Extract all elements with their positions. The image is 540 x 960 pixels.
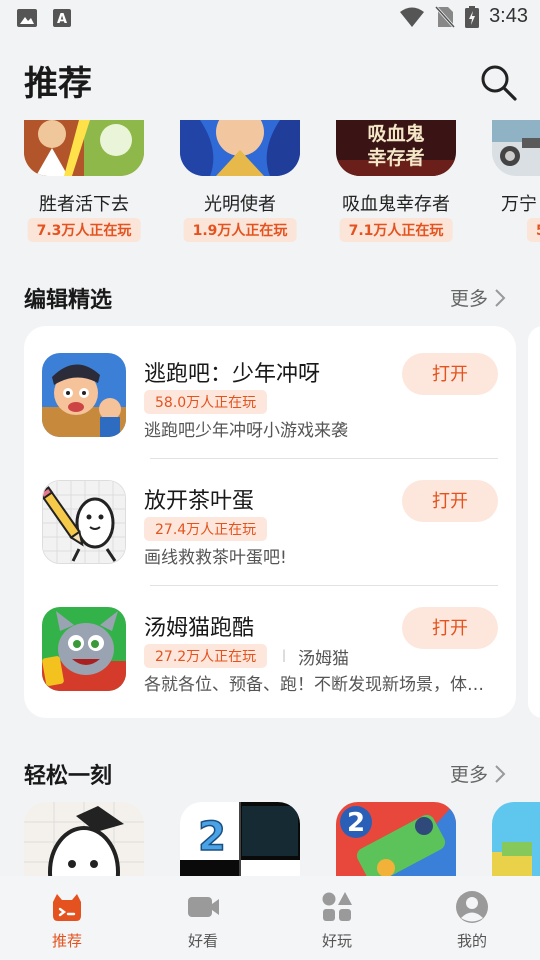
text-notification-icon: A <box>53 9 71 27</box>
no-sim-icon <box>435 5 456 28</box>
game-developer: 汤姆猫 <box>298 649 349 669</box>
nav-label: 好玩 <box>321 932 352 950</box>
game-players-badge: 27.2万人正在玩 <box>144 644 268 668</box>
game-icon: 吸血鬼 幸存者 <box>336 120 456 176</box>
game-list-item[interactable]: 放开茶叶蛋 27.4万人正在玩 画线救救茶叶蛋吧! 打开 <box>24 453 516 580</box>
game-icon <box>492 120 540 176</box>
game-icon <box>180 120 300 176</box>
gallery-notification-icon <box>17 9 37 27</box>
page-title: 推荐 <box>24 64 92 104</box>
more-label: 更多 <box>450 764 489 786</box>
wifi-icon <box>400 7 425 27</box>
open-button[interactable]: 打开 <box>402 353 498 395</box>
nav-tab-play[interactable]: 好玩 <box>292 890 382 951</box>
top-game-players-badge: 7.3万人正在玩 <box>27 218 141 242</box>
more-label: 更多 <box>450 288 489 310</box>
section-title-editor: 编辑精选 <box>24 288 113 313</box>
game-description: 画线救救茶叶蛋吧! <box>144 548 287 568</box>
chevron-right-icon <box>495 288 506 307</box>
status-time: 3:43 <box>489 5 528 27</box>
top-game-players-badge: 5.1万 <box>527 218 540 242</box>
game-tile[interactable]: 2 <box>180 802 300 876</box>
icon-title-text-1: 吸血鬼 <box>367 122 424 145</box>
editor-picks-card: 逃跑吧：少年冲呀 58.0万人正在玩 逃跑吧少年冲呀小游戏来袭 打开 放开茶叶蛋… <box>24 326 516 718</box>
tile-number: 2 <box>347 808 365 838</box>
nav-tab-watch[interactable]: 好看 <box>158 890 248 951</box>
video-icon <box>188 897 219 917</box>
game-tile[interactable] <box>24 802 144 876</box>
game-name: 汤姆猫跑酷 <box>144 616 255 641</box>
profile-icon <box>456 891 488 923</box>
game-icon <box>42 480 126 564</box>
nav-label: 我的 <box>456 932 487 950</box>
top-game-name: 光明使者 <box>204 194 276 215</box>
status-bar: A 3:43 <box>0 0 540 36</box>
relax-more-link[interactable]: 更多 <box>450 760 506 787</box>
search-button[interactable] <box>478 62 518 102</box>
game-icon <box>24 120 144 176</box>
game-description: 逃跑吧少年冲呀小游戏来袭 <box>144 421 348 441</box>
game-name: 放开茶叶蛋 <box>144 489 255 514</box>
game-icon <box>42 353 126 437</box>
chevron-right-icon <box>495 764 506 783</box>
nav-tab-recommend[interactable]: 推荐 <box>22 890 112 951</box>
svg-text:A: A <box>57 12 67 27</box>
tile-number: 2 <box>198 814 226 860</box>
game-tile[interactable] <box>492 802 540 876</box>
next-card-peek[interactable] <box>528 326 540 718</box>
section-title-relax: 轻松一刻 <box>24 764 113 789</box>
game-players-badge: 27.4万人正在玩 <box>144 517 268 541</box>
game-description: 各就各位、预备、跑！不断发现新场景，体验新玩法 <box>144 675 500 695</box>
search-icon <box>481 65 517 101</box>
top-game-players-badge: 1.9万人正在玩 <box>183 218 297 242</box>
nav-tab-profile[interactable]: 我的 <box>427 890 517 951</box>
top-game-name: 万宁 <box>501 194 537 215</box>
top-game-name: 吸血鬼幸存者 <box>342 194 450 215</box>
top-game-name: 胜者活下去 <box>39 194 129 215</box>
game-list-item[interactable]: 逃跑吧：少年冲呀 58.0万人正在玩 逃跑吧少年冲呀小游戏来袭 打开 <box>24 326 516 453</box>
apps-icon <box>322 892 352 921</box>
game-name: 逃跑吧：少年冲呀 <box>144 362 321 387</box>
developer-separator: | <box>282 648 287 662</box>
nav-label: 推荐 <box>51 932 82 950</box>
top-game-players-badge: 7.1万人正在玩 <box>339 218 453 242</box>
top-games-row[interactable]: 胜者活下去 7.3万人正在玩 光明使者 1.9万人正在玩 吸血鬼 幸存者 吸血鬼幸… <box>0 120 540 246</box>
game-tile[interactable]: 2 <box>336 802 456 876</box>
game-list-item[interactable]: 汤姆猫跑酷 27.2万人正在玩 | 汤姆猫 各就各位、预备、跑！不断发现新场景，… <box>24 580 516 707</box>
battery-charging-icon <box>465 5 480 28</box>
recommend-icon <box>53 894 81 921</box>
game-players-badge: 58.0万人正在玩 <box>144 390 268 414</box>
nav-label: 好看 <box>187 932 218 950</box>
open-button[interactable]: 打开 <box>402 480 498 522</box>
open-button[interactable]: 打开 <box>402 607 498 649</box>
icon-title-text-2: 幸存者 <box>367 146 424 169</box>
relax-games-row[interactable]: 2 2 <box>0 802 540 876</box>
editor-more-link[interactable]: 更多 <box>450 284 506 311</box>
bottom-nav: 推荐 好看 好玩 我的 <box>0 876 540 960</box>
game-icon <box>42 607 126 691</box>
